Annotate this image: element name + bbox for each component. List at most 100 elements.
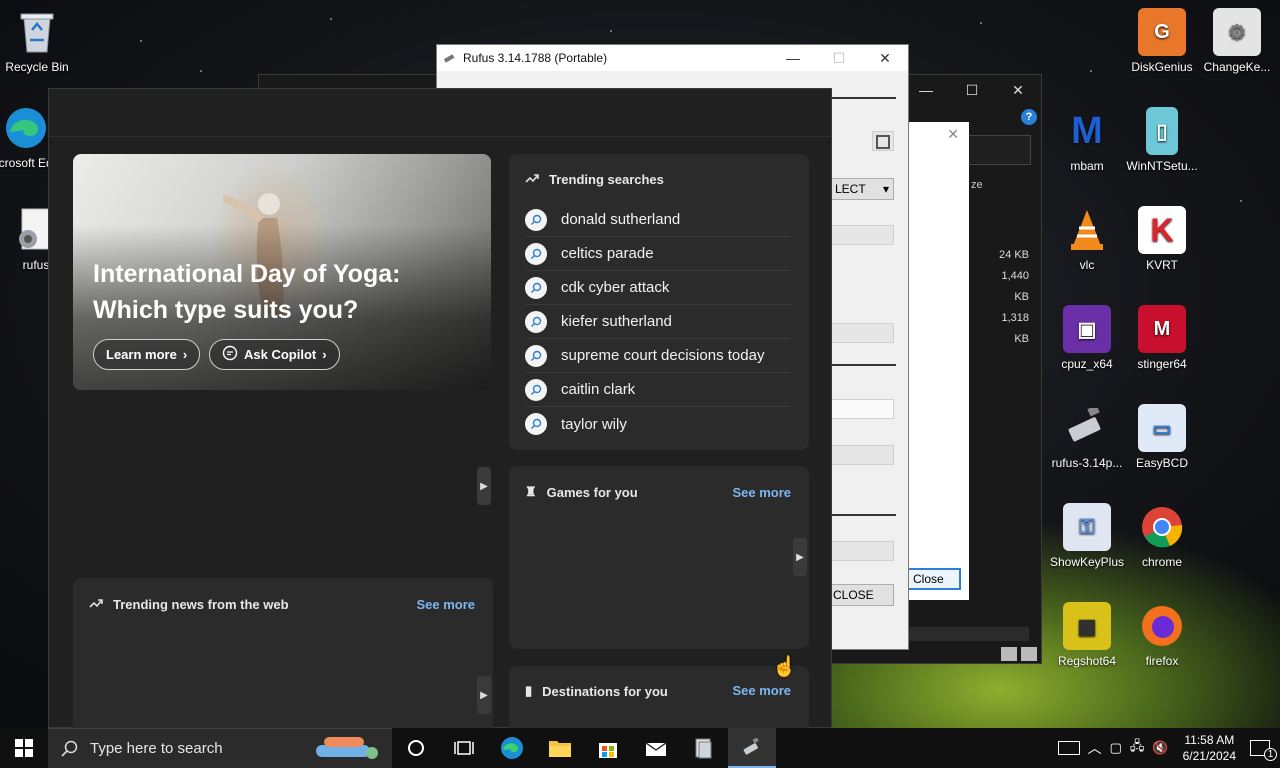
learn-more-button[interactable]: Learn more › xyxy=(93,339,201,370)
notification-center-icon[interactable]: 1 xyxy=(1250,740,1277,761)
trending-search-text: celtics parade xyxy=(561,245,654,262)
trending-search-item[interactable]: donald sutherland xyxy=(525,203,791,237)
rufus-minimize-button[interactable]: — xyxy=(770,45,816,71)
size-column-header[interactable]: ze xyxy=(971,179,983,191)
taskbar: Type here to search ︿ ▢ 🖧 🔇 11:58 AM 6/2… xyxy=(0,728,1280,768)
desktop-icon-firefox[interactable]: firefox xyxy=(1122,602,1202,668)
trending-search-text: cdk cyber attack xyxy=(561,279,670,296)
desktop-icon-easybcd[interactable]: ▭ EasyBCD xyxy=(1122,404,1202,470)
clock[interactable]: 11:58 AM 6/21/2024 xyxy=(1183,732,1236,764)
save-icon[interactable] xyxy=(876,135,890,149)
trending-search-text: kiefer sutherland xyxy=(561,313,672,330)
trending-search-item[interactable]: caitlin clark xyxy=(525,373,791,407)
trending-search-item[interactable]: kiefer sutherland xyxy=(525,305,791,339)
file-system-dropdown[interactable] xyxy=(830,445,894,465)
network-icon[interactable]: 🖧 xyxy=(1130,737,1145,759)
diskgenius-icon: G xyxy=(1138,8,1186,56)
desktop-icon-cpuz[interactable]: ▣ cpuz_x64 xyxy=(1047,305,1127,371)
hero-story-card[interactable]: International Day of Yoga: Which type su… xyxy=(73,154,491,390)
trending-search-item[interactable]: taylor wily xyxy=(525,407,791,441)
background-dialog[interactable]: ✕ Close xyxy=(905,122,969,600)
firefox-icon xyxy=(1138,602,1186,650)
desktop-icon-stinger[interactable]: M stinger64 xyxy=(1122,305,1202,371)
desktop-icon-changekey[interactable]: ⚙ ChangeKe... xyxy=(1197,8,1277,74)
device-icon[interactable]: ▢ xyxy=(1110,740,1122,756)
destinations-title: Destinations for you xyxy=(542,683,668,699)
explorer-maximize-button[interactable]: ☐ xyxy=(949,75,995,105)
dialog-close-icon[interactable]: ✕ xyxy=(947,126,959,143)
taskbar-search-box[interactable]: Type here to search xyxy=(48,728,392,768)
trending-search-item[interactable]: supreme court decisions today xyxy=(525,339,791,373)
view-toggle xyxy=(1001,647,1037,661)
showkeyplus-icon: ⚿ xyxy=(1063,503,1111,551)
details-view-icon[interactable] xyxy=(1001,647,1017,661)
news-see-more-link[interactable]: See more xyxy=(416,597,475,612)
desktop-icon-chrome[interactable]: chrome xyxy=(1122,503,1202,569)
desktop-icon-diskgenius[interactable]: G DiskGenius xyxy=(1122,8,1202,74)
system-tray: ︿ ▢ 🖧 🔇 11:58 AM 6/21/2024 1 xyxy=(1057,728,1280,768)
ask-copilot-label: Ask Copilot xyxy=(244,347,317,362)
trending-search-item[interactable]: cdk cyber attack xyxy=(525,271,791,305)
easybcd-icon: ▭ xyxy=(1138,404,1186,452)
mail-icon xyxy=(645,742,667,756)
taskbar-server-app[interactable] xyxy=(680,728,728,768)
image-option-dropdown[interactable] xyxy=(830,225,894,245)
games-see-more-link[interactable]: See more xyxy=(732,485,791,500)
search-icon xyxy=(525,276,547,299)
horizontal-scrollbar[interactable] xyxy=(899,627,1029,641)
select-button[interactable]: LECT ▾ xyxy=(830,178,894,200)
desktop-icon-mbam[interactable]: M mbam xyxy=(1047,107,1127,174)
taskbar-file-explorer[interactable] xyxy=(536,728,584,768)
luggage-icon: ▮ xyxy=(525,683,533,698)
start-button[interactable] xyxy=(0,728,48,768)
taskbar-mail[interactable] xyxy=(632,728,680,768)
rufus-maximize-button[interactable]: ☐ xyxy=(816,45,862,71)
games-next-button[interactable]: ▶ xyxy=(793,538,807,576)
volume-label-field[interactable] xyxy=(830,399,894,419)
scroll-right-button[interactable]: ▶ xyxy=(477,467,491,505)
file-size-column: 24 KB 1,440 KB 1,318 KB xyxy=(989,245,1029,350)
desktop-icon-recycle-bin[interactable]: Recycle Bin xyxy=(0,8,77,74)
search-icon xyxy=(525,413,547,435)
news-feed-icon[interactable] xyxy=(1057,741,1080,755)
desktop-icon-regshot[interactable]: ▦ Regshot64 xyxy=(1047,602,1127,668)
desktop-icon-rufus-shortcut[interactable]: rufus-3.14p... xyxy=(1047,404,1127,470)
desktop-icon-winntsetup[interactable]: ▯ WinNTSetu... xyxy=(1122,107,1202,173)
desktop-icon-vlc[interactable]: vlc xyxy=(1047,206,1127,272)
trending-search-text: supreme court decisions today xyxy=(561,347,765,364)
ask-copilot-button[interactable]: Ask Copilot › xyxy=(209,339,340,370)
large-icons-view-icon[interactable] xyxy=(1021,647,1037,661)
dialog-close-button[interactable]: Close xyxy=(907,568,961,590)
taskbar-rufus[interactable] xyxy=(728,728,776,768)
usb-drive-icon xyxy=(1063,404,1111,452)
task-view-button[interactable] xyxy=(440,728,488,768)
cortana-button[interactable] xyxy=(392,728,440,768)
rufus-close-action-button[interactable]: CLOSE xyxy=(828,584,894,606)
usb-drive-icon xyxy=(743,738,759,755)
destinations-see-more-link[interactable]: See more xyxy=(732,683,791,698)
rufus-app-icon xyxy=(443,51,457,65)
target-system-dropdown[interactable] xyxy=(830,323,894,343)
rufus-title: Rufus 3.14.1788 (Portable) xyxy=(463,51,608,65)
taskbar-store[interactable] xyxy=(584,728,632,768)
volume-muted-icon[interactable]: 🔇 xyxy=(1152,740,1168,756)
chess-piece-icon: ♜ xyxy=(525,484,537,499)
taskbar-edge[interactable] xyxy=(488,728,536,768)
explorer-close-button[interactable]: ✕ xyxy=(995,75,1041,105)
desktop-icon-kvrt[interactable]: K KVRT xyxy=(1122,206,1202,272)
widgets-panel[interactable]: International Day of Yoga: Which type su… xyxy=(48,88,832,738)
explorer-minimize-button[interactable]: — xyxy=(903,75,949,105)
rufus-close-button[interactable]: ✕ xyxy=(862,45,908,71)
explorer-search-box[interactable] xyxy=(959,135,1031,165)
search-icon xyxy=(525,310,547,333)
cpuz-icon: ▣ xyxy=(1063,305,1111,353)
chevron-up-icon[interactable]: ︿ xyxy=(1088,738,1102,758)
clock-time: 11:58 AM xyxy=(1184,733,1235,747)
news-next-button[interactable]: ▶ xyxy=(477,676,491,714)
desktop-icon-showkeyplus[interactable]: ⚿ ShowKeyPlus xyxy=(1047,503,1127,569)
notification-count-badge: 1 xyxy=(1264,748,1277,761)
help-icon[interactable]: ? xyxy=(1021,109,1037,125)
hero-title[interactable]: International Day of Yoga: Which type su… xyxy=(93,256,473,328)
regshot-icon: ▦ xyxy=(1063,602,1111,650)
trending-search-item[interactable]: celtics parade xyxy=(525,237,791,271)
